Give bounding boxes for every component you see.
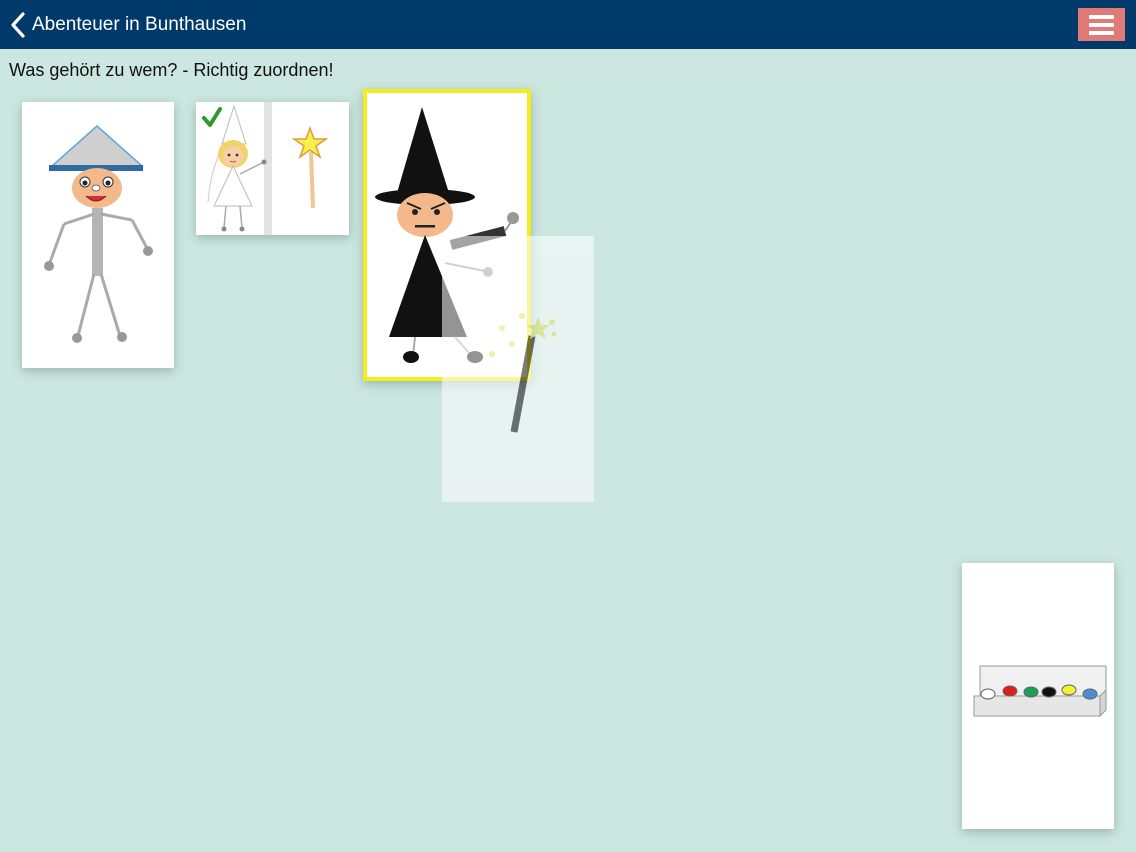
paint-box-card[interactable] — [962, 563, 1114, 829]
hamburger-menu-icon — [1089, 15, 1114, 19]
instruction-text: Was gehört zu wem? - Richtig zuordnen! — [9, 60, 334, 80]
menu-button[interactable] — [1078, 8, 1125, 41]
wand-card-dragging[interactable] — [442, 236, 594, 502]
fairy-wand-illustration — [202, 102, 329, 235]
back-button[interactable]: Abenteuer in Bunthausen — [10, 10, 246, 40]
back-label: Abenteuer in Bunthausen — [32, 14, 247, 35]
chevron-left-icon — [11, 12, 25, 38]
painter-card[interactable] — [22, 102, 174, 368]
check-icon — [202, 107, 222, 127]
fairy-wand-pair-card — [196, 102, 349, 235]
painter-boy-illustration — [44, 124, 153, 343]
magic-wand-illustration — [489, 313, 557, 433]
top-bar: Abenteuer in Bunthausen — [0, 0, 1136, 49]
paint-box-illustration — [973, 665, 1107, 718]
